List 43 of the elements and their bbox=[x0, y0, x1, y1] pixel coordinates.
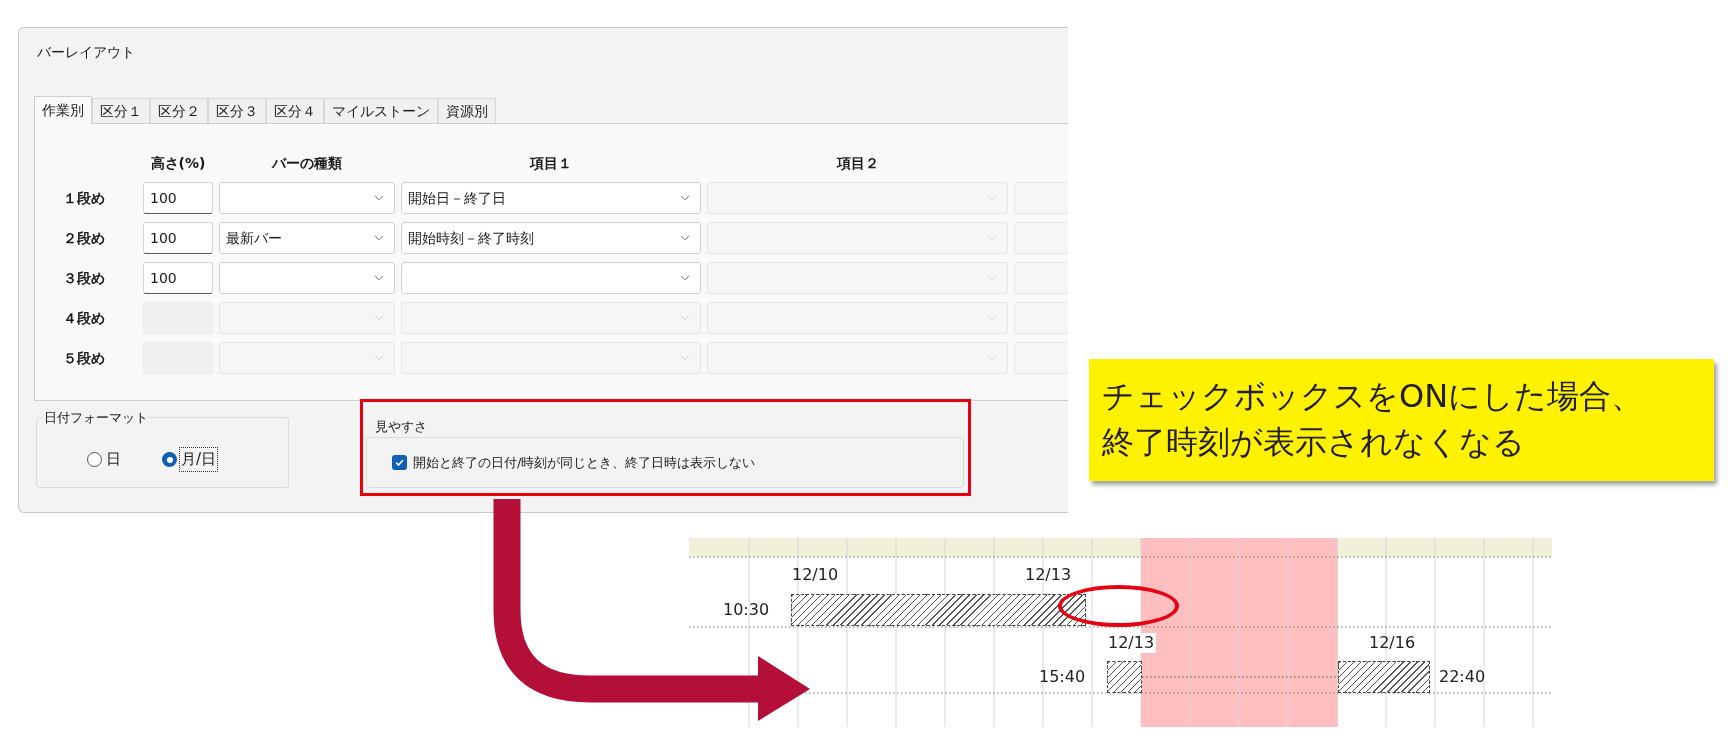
time-label: 10:30 bbox=[723, 602, 770, 618]
tab[interactable]: 区分２ bbox=[150, 98, 208, 123]
checkbox[interactable] bbox=[392, 455, 407, 470]
group-title: 見やすさ bbox=[374, 418, 428, 436]
checkmark-icon bbox=[394, 457, 405, 468]
height-input[interactable]: 100 bbox=[143, 182, 213, 214]
height-input[interactable]: 100 bbox=[143, 222, 213, 254]
column-header: 高さ(%) bbox=[150, 153, 206, 173]
date-label: 12/13 bbox=[1108, 633, 1157, 653]
date-label: 12/16 bbox=[1369, 635, 1416, 651]
tab[interactable]: 区分１ bbox=[92, 98, 150, 123]
height-input[interactable]: 100 bbox=[143, 262, 213, 294]
date-label: 12/13 bbox=[1025, 567, 1072, 583]
row-label: ３段め bbox=[63, 270, 105, 286]
row-label: ５段め bbox=[63, 350, 105, 366]
task-bar bbox=[1107, 661, 1142, 693]
dropdown[interactable] bbox=[219, 262, 395, 294]
time-label: 22:40 bbox=[1439, 669, 1486, 685]
dropdown[interactable]: 最新バー bbox=[219, 222, 395, 254]
date-label: 12/10 bbox=[792, 567, 839, 583]
radio-option[interactable]: 日 bbox=[87, 448, 122, 471]
checkbox-option[interactable]: 開始と終了の日付/時刻が同じとき、終了日時は表示しない bbox=[392, 452, 756, 473]
radio-option[interactable]: 月/日 bbox=[162, 448, 218, 471]
dropdown[interactable]: 開始日－終了日 bbox=[401, 182, 701, 214]
dropdown[interactable]: 開始時刻－終了時刻 bbox=[401, 222, 701, 254]
row-label: ２段め bbox=[63, 230, 105, 246]
tab[interactable]: 区分４ bbox=[266, 98, 324, 123]
tab[interactable]: 区分３ bbox=[208, 98, 266, 123]
column-header: 項目２ bbox=[836, 153, 879, 173]
row-label: ４段め bbox=[63, 310, 105, 326]
tab[interactable]: 資源別 bbox=[438, 98, 496, 123]
column-header: 項目１ bbox=[530, 153, 572, 173]
tab[interactable]: マイルストーン bbox=[324, 98, 438, 123]
column-header: バーの種類 bbox=[272, 153, 342, 173]
callout-note: チェックボックスをONにした場合、 終了時刻が表示されなくなる bbox=[1089, 359, 1714, 481]
dropdown[interactable] bbox=[219, 182, 395, 214]
time-label: 15:40 bbox=[1039, 669, 1086, 685]
radio-button[interactable] bbox=[87, 452, 102, 467]
row-label: １段め bbox=[63, 190, 105, 206]
dropdown[interactable] bbox=[401, 262, 701, 294]
radio-button[interactable] bbox=[162, 452, 177, 467]
tab[interactable]: 作業別 bbox=[34, 96, 92, 124]
window-title: バーレイアウト bbox=[37, 44, 135, 60]
